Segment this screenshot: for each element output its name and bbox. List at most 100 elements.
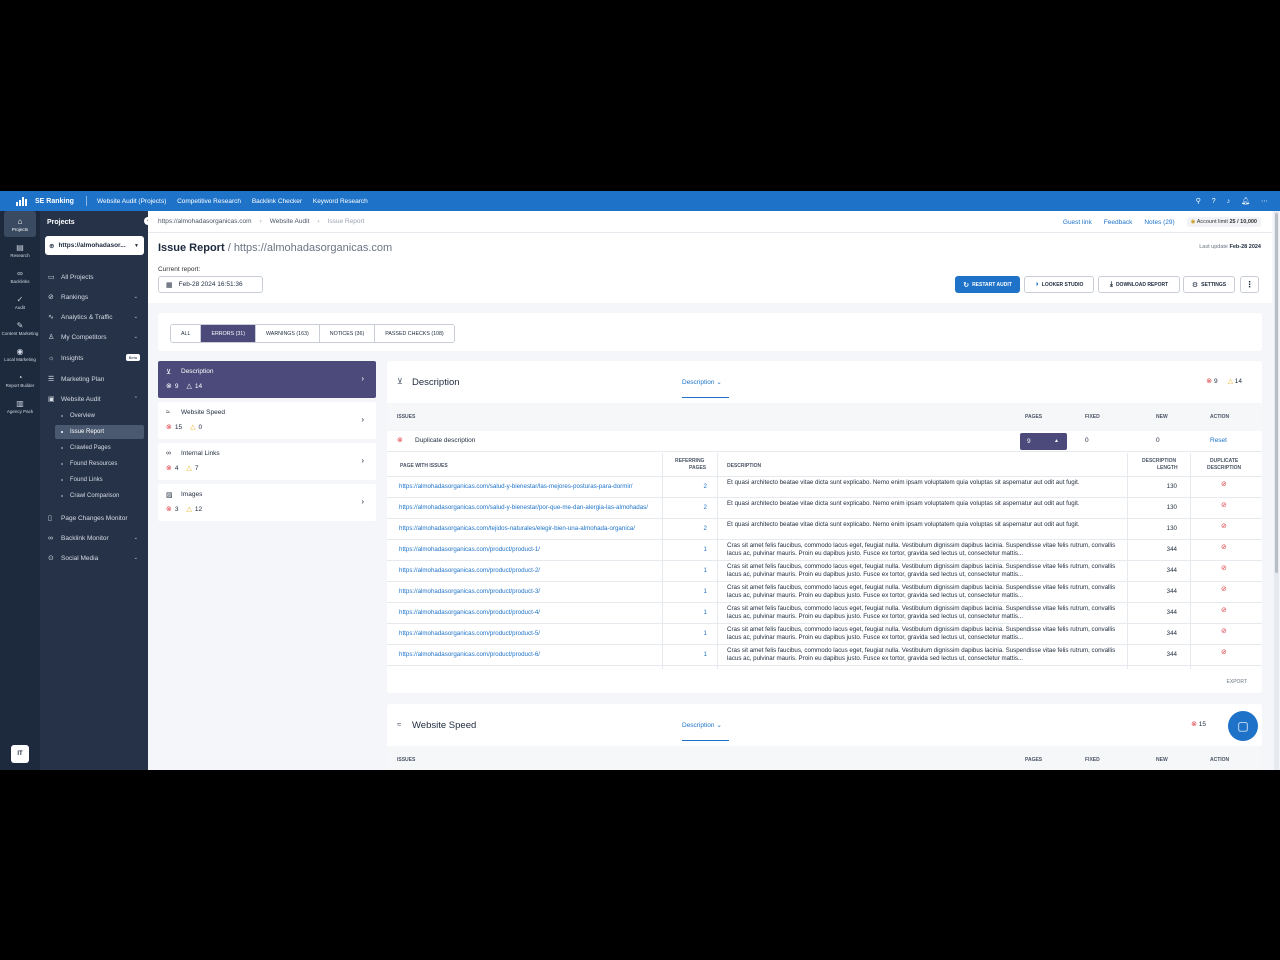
referring-count[interactable]: 1 bbox=[699, 630, 707, 637]
sidebar-sub-found-resources[interactable]: Found Resources bbox=[55, 457, 144, 471]
page-link[interactable]: https://almohadasorganicas.com/product/p… bbox=[399, 546, 651, 553]
duplicate-icon[interactable]: ⊘ bbox=[1221, 522, 1227, 530]
rail-local-marketing[interactable]: ◉ Local Marketing bbox=[0, 341, 40, 367]
more-options-button[interactable]: ⋮ bbox=[1240, 276, 1259, 293]
sidebar-item-website-audit[interactable]: ▣ Website Audit ⌃ bbox=[48, 393, 140, 405]
rail-content-marketing[interactable]: ✎ Content Marketing bbox=[0, 315, 40, 341]
export-button[interactable]: EXPORT bbox=[1227, 679, 1247, 685]
page-link[interactable]: https://almohadasorganicas.com/product/p… bbox=[399, 651, 651, 658]
backlink-icon: ∞ bbox=[48, 534, 53, 542]
account-limit[interactable]: ◉ Account limit 25 / 10,000 bbox=[1186, 217, 1261, 227]
top-links: Guest link Feedback Notes (29) ◉ Account… bbox=[1063, 211, 1261, 233]
chevron-right-icon: › bbox=[361, 415, 364, 424]
tab-notices[interactable]: NOTICES (36) bbox=[319, 325, 376, 342]
duplicate-icon[interactable]: ⊘ bbox=[1221, 501, 1227, 509]
issue-row[interactable]: ⊗ Duplicate description 9 ▲ 0 0 Reset bbox=[387, 431, 1262, 452]
sidebar-item-rankings[interactable]: ⊘ Rankings ⌄ bbox=[48, 291, 140, 303]
notes-link[interactable]: Notes (29) bbox=[1144, 219, 1174, 226]
duplicate-icon[interactable]: ⊘ bbox=[1221, 543, 1227, 551]
speed-icon: ≈ bbox=[166, 409, 170, 416]
sidebar-sub-issue-report[interactable]: Issue Report bbox=[55, 425, 144, 439]
page-link[interactable]: https://almohadasorganicas.com/salud-y-b… bbox=[399, 483, 651, 490]
brand-logo[interactable]: SE Ranking bbox=[0, 196, 86, 206]
feedback-link[interactable]: Feedback bbox=[1104, 219, 1133, 226]
tab-errors[interactable]: ERRORS (31) bbox=[201, 325, 256, 342]
tab-passed-checks[interactable]: PASSED CHECKS (108) bbox=[375, 325, 454, 342]
nav-backlink-checker[interactable]: Backlink Checker bbox=[252, 198, 302, 205]
duplicate-icon[interactable]: ⊘ bbox=[1221, 480, 1227, 488]
category-website-speed[interactable]: ≈ Website Speed ⊗ 15 △ 0 › bbox=[158, 402, 376, 439]
pin-icon[interactable]: ⚲ bbox=[1196, 197, 1201, 205]
sidebar-item-page-changes[interactable]: ▯ Page Changes Monitor bbox=[48, 512, 140, 524]
chat-support-button[interactable]: ▢ bbox=[1228, 711, 1258, 741]
sidebar-item-backlink-monitor[interactable]: ∞ Backlink Monitor ⌄ bbox=[48, 532, 140, 544]
sidebar-sub-overview[interactable]: Overview bbox=[55, 409, 144, 423]
referring-count[interactable]: 2 bbox=[699, 483, 707, 490]
sidebar-item-analytics[interactable]: ∿ Analytics & Traffic ⌄ bbox=[48, 311, 140, 323]
page-link[interactable]: https://almohadasorganicas.com/product/p… bbox=[399, 588, 651, 595]
sidebar-item-insights[interactable]: ☼ Insights Beta bbox=[48, 352, 140, 364]
referring-count[interactable]: 2 bbox=[699, 525, 707, 532]
page-link[interactable]: https://almohadasorganicas.com/tejidos-n… bbox=[399, 525, 651, 532]
page-link[interactable]: https://almohadasorganicas.com/product/p… bbox=[399, 630, 651, 637]
detail-dropdown[interactable]: Description ⌄ bbox=[682, 721, 729, 741]
referring-count[interactable]: 1 bbox=[699, 588, 707, 595]
pages-toggle-button[interactable]: 9 ▲ bbox=[1020, 433, 1067, 450]
sidebar-sub-crawl-comparison[interactable]: Crawl Comparison bbox=[55, 489, 144, 503]
more-icon[interactable]: ⋯ bbox=[1261, 197, 1268, 205]
download-report-button[interactable]: ⤓ DOWNLOAD REPORT bbox=[1098, 276, 1180, 293]
sidebar-item-all-projects[interactable]: ▭ All Projects bbox=[48, 271, 140, 283]
page-link[interactable]: https://almohadasorganicas.com/product/p… bbox=[399, 609, 651, 616]
page-scrollbar[interactable] bbox=[1274, 211, 1279, 770]
notification-icon[interactable]: ♪ bbox=[1227, 198, 1231, 205]
project-select[interactable]: ⊕ https://almohadasor... ▼ bbox=[45, 236, 144, 255]
breadcrumb-section[interactable]: Website Audit bbox=[270, 218, 310, 225]
referring-count[interactable]: 1 bbox=[699, 609, 707, 616]
rail-projects[interactable]: ⌂ Projects bbox=[4, 211, 36, 237]
report-date-picker[interactable]: ▦ Feb-28 2024 16:51:36 bbox=[158, 276, 263, 293]
chevron-down-icon: ⌄ bbox=[133, 314, 138, 320]
page-link[interactable]: https://almohadasorganicas.com/salud-y-b… bbox=[399, 504, 651, 511]
sidebar-sub-crawled-pages[interactable]: Crawled Pages bbox=[55, 441, 144, 455]
error-icon: ⊗ bbox=[397, 437, 403, 444]
rail-agency-pack[interactable]: ▥ Agency Pack bbox=[0, 393, 40, 419]
rail-audit[interactable]: ✓ Audit bbox=[0, 289, 40, 315]
nav-competitive-research[interactable]: Competitive Research bbox=[177, 198, 241, 205]
reset-link[interactable]: Reset bbox=[1210, 437, 1227, 444]
tab-warnings[interactable]: WARNINGS (163) bbox=[256, 325, 320, 342]
detail-dropdown[interactable]: Description ⌄ bbox=[682, 378, 729, 398]
restart-audit-button[interactable]: ↻ RESTART AUDIT bbox=[955, 276, 1020, 293]
referring-count[interactable]: 1 bbox=[699, 651, 707, 658]
looker-studio-button[interactable]: ◑ LOOKER STUDIO bbox=[1024, 276, 1094, 293]
rail-research[interactable]: ▤ Research bbox=[0, 237, 40, 263]
duplicate-icon[interactable]: ⊘ bbox=[1221, 606, 1227, 614]
duplicate-icon[interactable]: ⊘ bbox=[1221, 627, 1227, 635]
guest-link[interactable]: Guest link bbox=[1063, 219, 1092, 226]
referring-count[interactable]: 1 bbox=[699, 546, 707, 553]
table-row: https://almohadasorganicas.com/product/p… bbox=[387, 603, 1262, 624]
referring-count[interactable]: 2 bbox=[699, 504, 707, 511]
category-internal-links[interactable]: ∞ Internal Links ⊗ 4 △ 7 › bbox=[158, 443, 376, 480]
duplicate-icon[interactable]: ⊘ bbox=[1221, 564, 1227, 572]
scrollbar-thumb[interactable] bbox=[1275, 213, 1278, 573]
duplicate-icon[interactable]: ⊘ bbox=[1221, 648, 1227, 656]
rail-backlinks[interactable]: ∞ Backlinks bbox=[0, 263, 40, 289]
tab-all[interactable]: ALL bbox=[171, 325, 202, 342]
referring-count[interactable]: 1 bbox=[699, 567, 707, 574]
sidebar-item-social-media[interactable]: ⊙ Social Media ⌄ bbox=[48, 552, 140, 564]
nav-website-audit[interactable]: Website Audit (Projects) bbox=[97, 198, 166, 205]
duplicate-icon[interactable]: ⊘ bbox=[1221, 585, 1227, 593]
settings-button[interactable]: ⚙ SETTINGS bbox=[1183, 276, 1235, 293]
avatar[interactable]: IT bbox=[11, 745, 29, 763]
breadcrumb-project[interactable]: https://almohadasorganicas.com bbox=[158, 218, 252, 225]
page-link[interactable]: https://almohadasorganicas.com/product/p… bbox=[399, 567, 651, 574]
bell-icon[interactable]: 🔔︎ bbox=[1241, 197, 1250, 205]
sidebar-sub-found-links[interactable]: Found Links bbox=[55, 473, 144, 487]
category-description[interactable]: ⊻ Description ⊗ 9 △ 14 › bbox=[158, 361, 376, 398]
category-images[interactable]: ▨ Images ⊗ 3 △ 12 › bbox=[158, 484, 376, 521]
help-icon[interactable]: ? bbox=[1212, 198, 1216, 205]
sidebar-item-marketing-plan[interactable]: ☰ Marketing Plan bbox=[48, 373, 140, 385]
nav-keyword-research[interactable]: Keyword Research bbox=[313, 198, 368, 205]
sidebar-item-competitors[interactable]: ♙ My Competitors ⌄ bbox=[48, 331, 140, 343]
rail-report-builder[interactable]: ◔ Report Builder bbox=[0, 367, 40, 393]
